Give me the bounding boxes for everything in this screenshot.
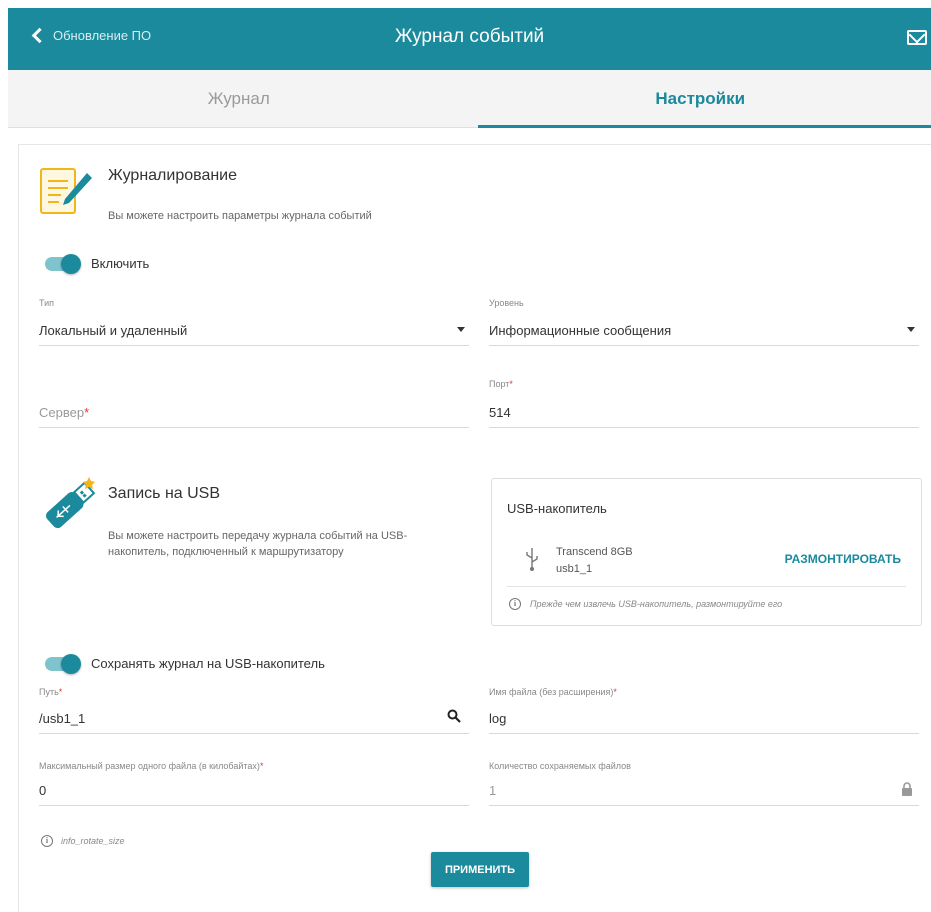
port-field[interactable]: Порт* 514 [489,379,919,428]
filename-value: log [489,711,507,726]
server-field[interactable]: Сервер* [39,381,469,428]
unmount-button[interactable]: РАЗМОНТИРОВАТЬ [785,552,901,566]
enable-logging-toggle[interactable] [45,254,81,274]
usb-stick-icon [45,477,96,529]
usb-device-id: usb1_1 [556,563,593,575]
usb-title: Запись на USB [108,485,221,502]
divider [507,586,906,587]
lock-icon [902,782,912,796]
usb-note: Прежде чем извлечь USB-накопитель, размо… [530,599,783,609]
save-to-usb-label: Сохранять журнал на USB-накопитель [91,656,325,671]
page-title: Журнал событий [394,26,545,47]
usb-drive-title: USB-накопитель [507,501,607,516]
usb-description: Вы можете настроить передачу журнала соб… [108,530,408,558]
tab-journal[interactable]: Журнал [8,70,470,127]
usb-drive-card: USB-накопитель Transcend 8GB usb1_1 РАЗМ… [491,478,922,626]
usb-symbol-icon [526,548,538,571]
save-to-usb-toggle[interactable] [45,654,81,674]
logging-description: Вы можете настроить параметры журнала со… [108,210,372,222]
path-label: Путь* [39,687,63,697]
type-select[interactable]: Тип Локальный и удаленный [39,298,469,346]
notepad-pencil-icon [40,168,92,214]
apply-button[interactable]: ПРИМЕНИТЬ [431,852,529,887]
dropdown-arrow-icon [457,327,465,332]
max-size-field[interactable]: Максимальный размер одного файла (в кило… [39,761,469,806]
path-field[interactable]: Путь* /usb1_1 [39,687,469,734]
tab-settings[interactable]: Настройки [470,70,931,128]
max-size-label: Максимальный размер одного файла (в кило… [39,761,264,771]
type-label: Тип [39,298,55,308]
type-value: Локальный и удаленный [39,323,188,338]
filename-label: Имя файла (без расширения)* [489,687,617,697]
server-placeholder: Сервер* [39,405,90,420]
port-value: 514 [489,405,511,420]
files-count-field: Количество сохраняемых файлов 1 [489,761,919,806]
filename-field[interactable]: Имя файла (без расширения)* log [489,687,919,734]
files-count-value: 1 [489,783,497,798]
top-bar: Обновление ПО Журнал событий [8,8,931,70]
level-select[interactable]: Уровень Информационные сообщения [489,298,919,346]
tab-bar: Журнал Настройки [8,70,931,128]
level-value: Информационные сообщения [489,323,672,338]
max-size-value: 0 [39,783,47,798]
mail-icon[interactable] [907,30,927,45]
port-label: Порт* [489,379,513,389]
level-label: Уровень [489,298,524,308]
info-icon: i [509,598,521,610]
enable-logging-label: Включить [91,256,150,271]
dropdown-arrow-icon [907,327,915,332]
info-icon: i [41,835,53,847]
usb-device-name: Transcend 8GB [556,546,633,558]
rotate-size-hint: info_rotate_size [61,836,125,846]
search-icon[interactable] [447,709,461,723]
settings-panel: Журналирование Вы можете настроить парам… [18,144,931,912]
logging-title: Журналирование [108,167,238,184]
path-value: /usb1_1 [39,711,86,726]
files-count-label: Количество сохраняемых файлов [489,761,631,771]
